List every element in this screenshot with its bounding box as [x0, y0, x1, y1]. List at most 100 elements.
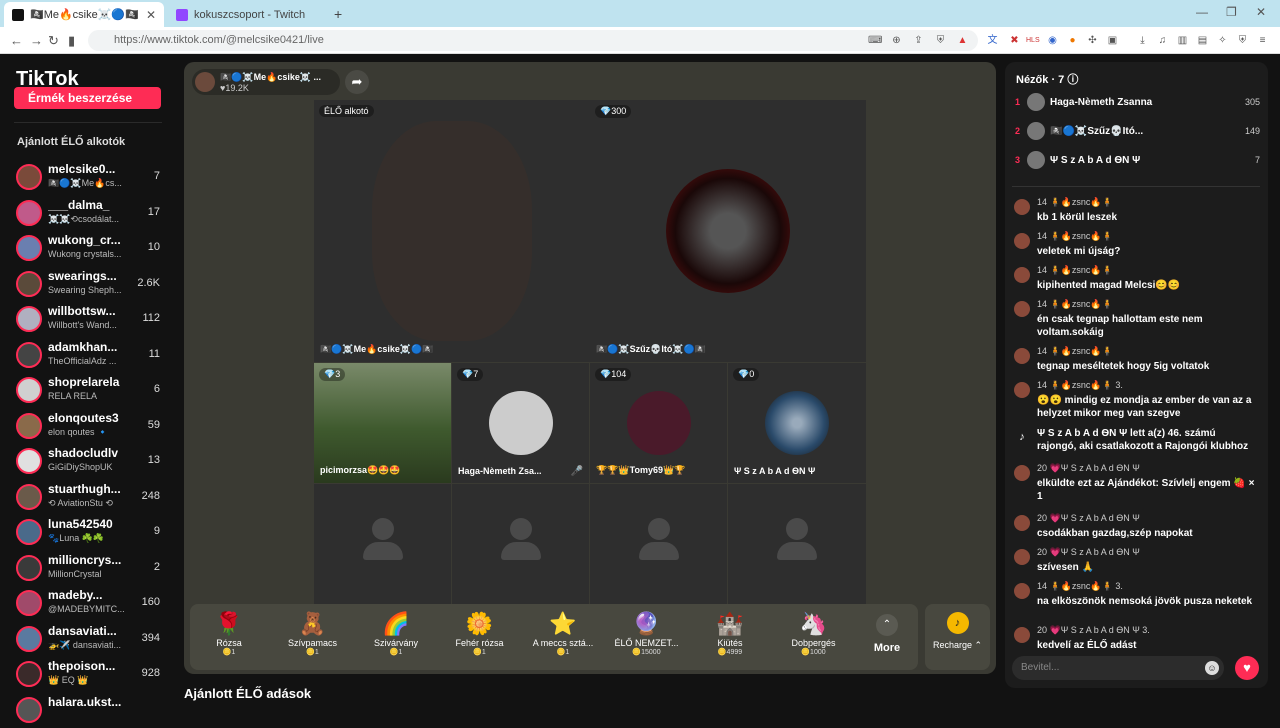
sidebar-creator-item[interactable]: wukong_cr... Wukong crystals... 10 [14, 232, 164, 266]
extension-puzzle-icon[interactable]: ✣ [1086, 34, 1099, 47]
emoji-icon[interactable]: ☺ [1205, 661, 1219, 675]
reload-icon[interactable]: ↻ [48, 33, 59, 49]
minimize-icon[interactable]: — [1196, 5, 1208, 19]
chat-user[interactable]: 20 💗Ψ S z A b A d ѲN Ψ [1037, 547, 1140, 558]
gift-item[interactable]: 🏰 Kiütés 🪙4999 [689, 610, 771, 666]
chat-user[interactable]: 20 💗Ψ S z A b A d ѲN Ψ [1037, 463, 1140, 474]
more-gifts-button[interactable]: ⌃ More [862, 612, 912, 666]
host-video-cell[interactable]: ÉLŐ alkotó 🏴‍☠️🔵☠️Me🔥csike☠️🔵🏴‍☠️ [314, 100, 590, 362]
share-arrow-icon[interactable]: ➦ [345, 70, 369, 94]
vpn-icon[interactable]: ⛨ [1236, 34, 1249, 47]
sidebar-toggle-icon[interactable]: ▥ [1176, 34, 1189, 47]
bookmark-icon[interactable]: ▮ [68, 33, 75, 49]
chat-user[interactable]: 20 💗Ψ S z A b A d ѲN Ψ [1037, 513, 1140, 524]
empty-seat[interactable] [728, 484, 866, 604]
sidebar-creator-item[interactable]: adamkhan... TheOfficialAdz ... 11 [14, 339, 164, 373]
extension-color-icon[interactable]: ● [1066, 34, 1079, 47]
sidebar-creator-item[interactable]: dansaviati... 🚁✈️ dansaviati... 394 [14, 623, 164, 657]
extension-hls-icon[interactable]: HLS [1026, 34, 1040, 47]
chat-user[interactable]: 14 🧍🔥zsnc🔥🧍 [1037, 197, 1113, 208]
gift-item[interactable]: ⭐ A meccs sztá... 🪙1 [522, 610, 604, 666]
back-icon[interactable]: ← [10, 33, 23, 48]
gift-item[interactable]: 🦄 Dobpergés 🪙1000 [773, 610, 855, 666]
chat-user[interactable]: 14 🧍🔥zsnc🔥🧍 [1037, 346, 1113, 357]
maximize-icon[interactable]: ❐ [1226, 5, 1237, 19]
like-heart-button[interactable]: ♥ [1235, 656, 1259, 680]
tab-tiktok[interactable]: 🏴‍☠️Me🔥csike☠️🔵🏴‍☠️ ✕ [4, 2, 164, 27]
sidebar-creator-item[interactable]: luna542540 🐾Luna ☘️☘️ 9 [14, 516, 164, 550]
empty-seat[interactable] [452, 484, 589, 604]
url-field[interactable]: https://www.tiktok.com/@melcsike0421/liv… [88, 30, 978, 51]
menu-icon[interactable]: ≡ [1256, 34, 1269, 47]
close-tab-icon[interactable]: ✕ [146, 8, 156, 22]
zoom-icon[interactable]: ⊕ [890, 34, 903, 47]
chat-user[interactable]: 14 🧍🔥zsnc🔥🧍 [1037, 265, 1113, 276]
sidebar-creator-item[interactable]: swearings... Swearing Sheph... 2.6K [14, 268, 164, 302]
guest-cell-3[interactable]: 💎7 Haga-Nèmeth Zsa... 🎤 [452, 363, 589, 483]
recharge-button[interactable]: ♪ Recharge ⌃ [925, 604, 990, 670]
chat-user[interactable]: 14 🧍🔥zsnc🔥🧍 [1037, 231, 1113, 242]
download-icon[interactable]: ⤓ [1136, 34, 1149, 47]
chat-avatar[interactable] [1014, 348, 1030, 364]
empty-seat[interactable] [314, 484, 451, 604]
chat-avatar[interactable] [1014, 267, 1030, 283]
gift-item[interactable]: 🌹 Rózsa 🪙1 [188, 610, 270, 666]
chat-avatar[interactable] [1014, 233, 1030, 249]
guest-cell-2[interactable]: 💎3 picimorzsa🤩🤩🤩 [314, 363, 451, 483]
new-tab-button[interactable]: + [334, 6, 342, 22]
sidebar-creator-item[interactable]: willbottsw... Willbott's Wand... 112 [14, 303, 164, 337]
guest-cell-1[interactable]: 💎300 🏴‍☠️🔵☠️Szűz💀Itó☠️🔵🏴‍☠️ [590, 100, 866, 362]
warning-icon[interactable]: ▲ [956, 34, 969, 47]
chat-input[interactable]: Bevitel... [1012, 656, 1224, 680]
extension-globe-icon[interactable]: ◉ [1046, 34, 1059, 47]
shield-icon[interactable]: ⛨ [934, 34, 947, 47]
extension-box-icon[interactable]: ▣ [1106, 34, 1119, 47]
gift-item[interactable]: 🧸 Szívpamacs 🪙1 [272, 610, 354, 666]
gift-item[interactable]: 🌼 Fehér rózsa 🪙1 [439, 610, 521, 666]
top-viewer-item[interactable]: 2 🏴‍☠️🔵☠️Szűz💀Itó... 149 [1012, 122, 1260, 144]
chat-avatar[interactable] [1014, 549, 1030, 565]
chat-avatar[interactable] [1014, 301, 1030, 317]
chat-avatar[interactable] [1014, 382, 1030, 398]
host-info[interactable]: 🏴‍☠️🔵☠️Me🔥csike☠️ ... ♥19.2K [192, 69, 340, 95]
extension-x-icon[interactable]: ✖ [1008, 34, 1021, 47]
host-avatar[interactable] [195, 72, 215, 92]
get-coins-button[interactable]: Érmék beszerzése [14, 87, 161, 109]
guest-cell-5[interactable]: 💎0 Ψ S z A b A d ѲN Ψ [728, 363, 866, 483]
translate-icon[interactable]: ⌨ [868, 34, 882, 47]
gift-item[interactable]: 🌈 Szivárvány 🪙1 [355, 610, 437, 666]
chat-user[interactable]: 14 🧍🔥zsnc🔥🧍 3. [1037, 380, 1123, 391]
sidebar-creator-item[interactable]: millioncrys... MillionCrystal 2 [14, 552, 164, 586]
sidebar-creator-item[interactable]: ___dalma_ ☠️☠️⟲csodálat... 17 [14, 197, 164, 231]
chat-avatar[interactable] [1014, 583, 1030, 599]
guest-cell-4[interactable]: 💎104 🏆🏆👑Tomy69👑🏆 [590, 363, 727, 483]
extension-translate-icon[interactable]: 文 [986, 34, 999, 47]
recommended-creators-title: Ajánlott ÉLŐ alkotók [17, 136, 126, 148]
chat-user[interactable]: 14 🧍🔥zsnc🔥🧍 3. [1037, 581, 1123, 592]
gift-item[interactable]: 🔮 ÉLŐ NEMZET... 🪙15000 [606, 610, 688, 666]
share-icon[interactable]: ⇪ [912, 34, 925, 47]
tab-twitch[interactable]: kokuszcsoport - Twitch [168, 2, 328, 27]
top-viewer-item[interactable]: 1 Haga-Nèmeth Zsanna 305 [1012, 93, 1260, 115]
chat-user[interactable]: 14 🧍🔥zsnc🔥🧍 [1037, 299, 1113, 310]
sidebar-creator-item[interactable]: shadocludlv GiGiDiyShopUK 13 [14, 445, 164, 479]
chat-avatar[interactable] [1014, 199, 1030, 215]
sidebar-creator-item[interactable]: elonqoutes3 elon qoutes 🔹 59 [14, 410, 164, 444]
sidebar-creator-item[interactable]: halara.ukst... [14, 694, 164, 728]
forward-icon[interactable]: → [30, 33, 43, 48]
media-icon[interactable]: ♫ [1156, 34, 1169, 47]
chat-user[interactable]: 20 💗Ψ S z A b A d ѲN Ψ 3. [1037, 625, 1150, 636]
chat-avatar[interactable] [1014, 627, 1030, 643]
close-window-icon[interactable]: ✕ [1256, 5, 1266, 19]
chat-avatar[interactable] [1014, 465, 1030, 481]
sidebar-creator-item[interactable]: madeby... @MADEBYMITC... 160 [14, 587, 164, 621]
ai-icon[interactable]: ✧ [1216, 34, 1229, 47]
sidebar-creator-item[interactable]: shoprelarela RELA RELA 6 [14, 374, 164, 408]
sidebar-creator-item[interactable]: thepoison... 👑 EQ 👑 928 [14, 658, 164, 692]
chat-avatar[interactable] [1014, 515, 1030, 531]
top-viewer-item[interactable]: 3 Ψ S z A b A d ѲN Ψ 7 [1012, 151, 1260, 173]
wallet-icon[interactable]: ▤ [1196, 34, 1209, 47]
sidebar-creator-item[interactable]: melcsike0... 🏴‍☠️🔵☠️Me🔥cs... 7 [14, 161, 164, 195]
empty-seat[interactable] [590, 484, 727, 604]
sidebar-creator-item[interactable]: stuarthugh... ⟲ AviationStu ⟲ 248 [14, 481, 164, 515]
